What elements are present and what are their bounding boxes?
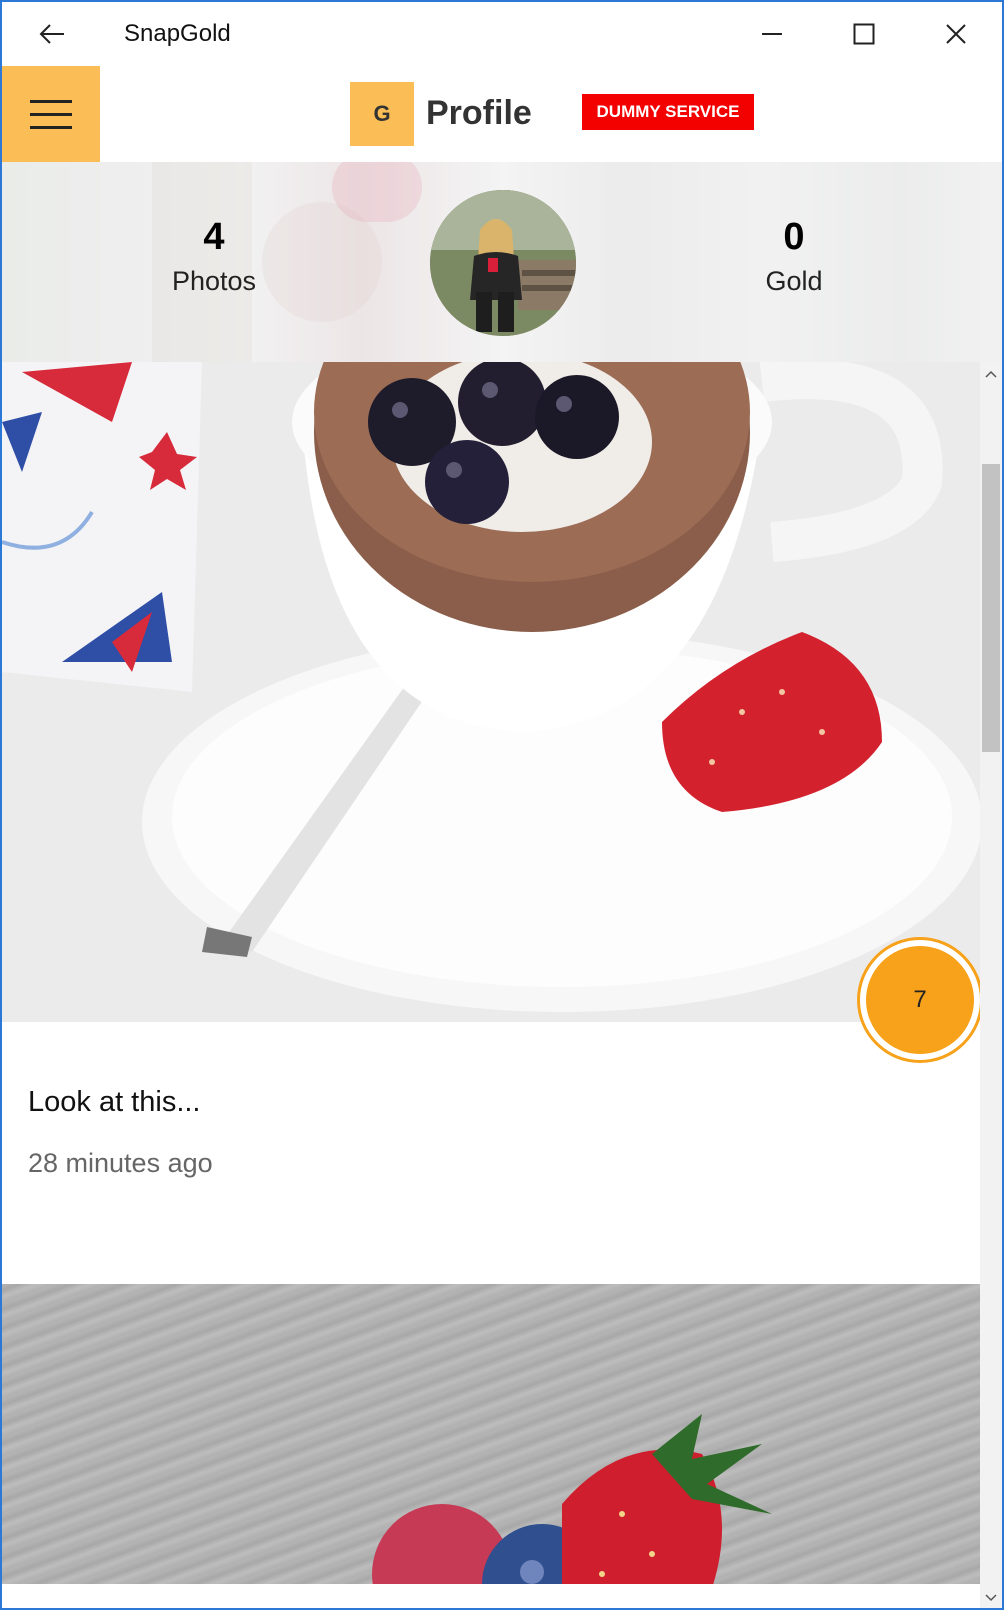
- app-title: SnapGold: [124, 20, 231, 47]
- chevron-down-icon: [985, 1594, 997, 1602]
- title-bar: SnapGold: [2, 2, 1002, 66]
- maximize-icon: [853, 23, 875, 45]
- back-arrow-icon: [39, 24, 64, 44]
- post-photo-image: [2, 362, 980, 1022]
- post-photo-image: [372, 1414, 772, 1584]
- app-window: SnapGold G Profile DUMMY SERVICE 4 Photo…: [0, 0, 1004, 1610]
- close-button[interactable]: [910, 10, 1002, 58]
- hamburger-menu-icon: [30, 99, 72, 103]
- app-logo: G: [350, 82, 414, 146]
- post-photo[interactable]: [2, 1284, 980, 1584]
- minimize-button[interactable]: [726, 10, 818, 58]
- avatar-photo: [430, 190, 576, 336]
- post-caption: Look at this...: [28, 1086, 201, 1118]
- hamburger-menu-icon: [30, 112, 72, 116]
- gold-counter-button[interactable]: 7: [860, 940, 980, 1060]
- gold-label: Gold: [765, 266, 823, 296]
- maximize-button[interactable]: [818, 10, 910, 58]
- post-photo[interactable]: [2, 362, 980, 1022]
- app-header: G Profile DUMMY SERVICE: [2, 66, 1002, 162]
- photos-stat[interactable]: 4 Photos: [134, 218, 294, 297]
- photo-feed[interactable]: Look at this... 28 minutes ago 7: [2, 362, 980, 1608]
- gold-stat[interactable]: 0 Gold: [714, 218, 874, 297]
- scroll-thumb[interactable]: [982, 464, 1000, 752]
- scroll-up-button[interactable]: [980, 362, 1002, 386]
- profile-avatar[interactable]: [430, 190, 576, 336]
- dummy-service-badge: DUMMY SERVICE: [582, 94, 754, 130]
- post-timestamp: 28 minutes ago: [28, 1148, 213, 1178]
- feed-scrollbar[interactable]: [980, 362, 1002, 1608]
- photos-count: 4: [203, 216, 225, 258]
- gold-count: 0: [783, 216, 805, 258]
- minimize-icon: [762, 33, 782, 35]
- hamburger-menu-button[interactable]: [2, 66, 100, 162]
- page-title: Profile: [426, 94, 532, 132]
- chevron-up-icon: [985, 370, 997, 378]
- scroll-down-button[interactable]: [980, 1586, 1002, 1608]
- photos-label: Photos: [171, 266, 257, 296]
- hamburger-menu-icon: [30, 125, 72, 129]
- back-button[interactable]: [24, 14, 80, 54]
- close-icon: [946, 24, 966, 44]
- profile-summary: 4 Photos 0 Gold: [2, 162, 1002, 362]
